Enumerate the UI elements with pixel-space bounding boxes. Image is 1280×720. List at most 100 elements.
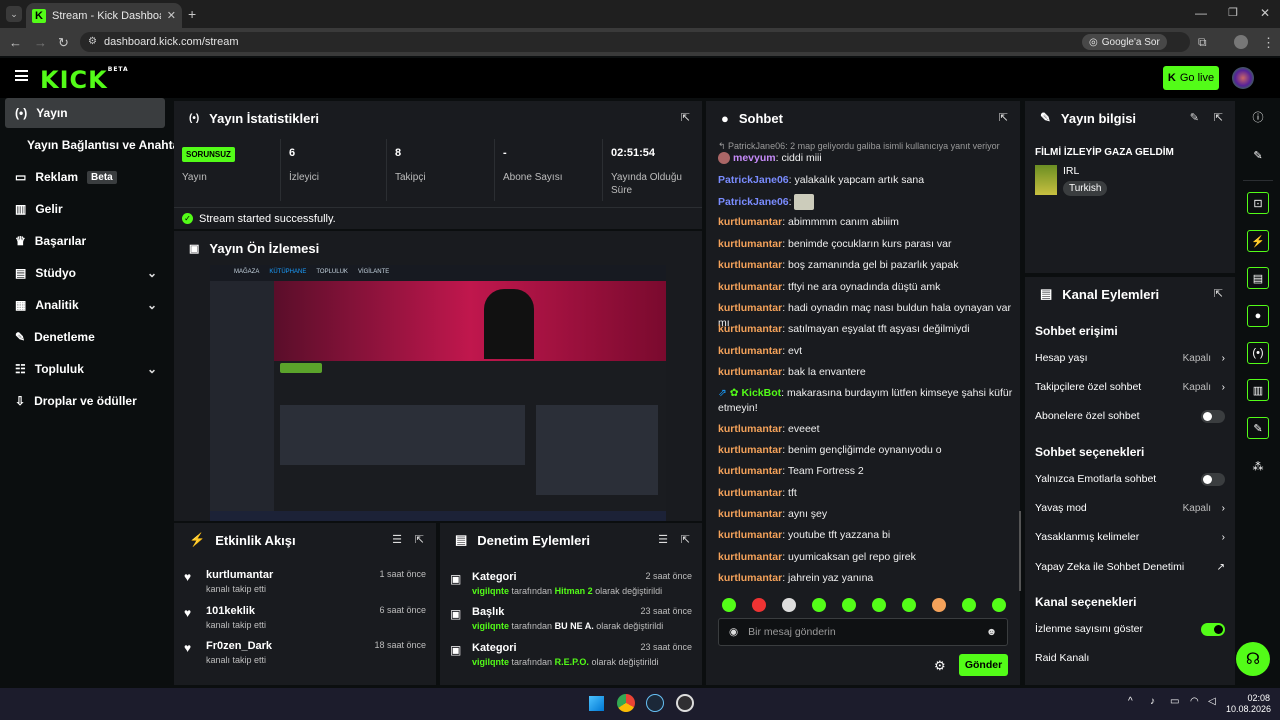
profile-icon[interactable] bbox=[1234, 35, 1248, 49]
chrome-icon[interactable] bbox=[617, 694, 635, 712]
emote-icon[interactable] bbox=[962, 598, 976, 612]
rail-document-icon[interactable]: ▤ bbox=[1247, 267, 1269, 289]
site-info-icon[interactable]: ⚙ bbox=[88, 36, 97, 47]
chat-username[interactable]: kurtlumantar bbox=[718, 302, 782, 314]
rail-chat-icon[interactable]: ● bbox=[1247, 305, 1269, 327]
browser-tab[interactable]: K Stream - Kick Dashboard ✕ bbox=[26, 3, 182, 28]
chat-username[interactable]: mevyum bbox=[733, 152, 776, 164]
show-viewcount-toggle[interactable] bbox=[1201, 622, 1225, 636]
chat-username[interactable]: kurtlumantar bbox=[718, 216, 782, 228]
emote-icon[interactable] bbox=[752, 598, 766, 612]
hamburger-icon[interactable] bbox=[15, 70, 28, 81]
popout-icon[interactable]: ⇱ bbox=[1214, 287, 1223, 300]
reload-icon[interactable]: ↻ bbox=[58, 35, 69, 51]
rail-lightning-icon[interactable]: ⚡ bbox=[1247, 230, 1269, 252]
sidebar-item-topluluk[interactable]: ☷ Topluluk ⌄ bbox=[5, 354, 165, 384]
start-icon[interactable] bbox=[589, 696, 604, 711]
emote-icon[interactable] bbox=[782, 598, 796, 612]
sidebar-item-studyo[interactable]: ▤ Stüdyo ⌄ bbox=[5, 258, 165, 288]
info-circle-icon[interactable]: ⓘ bbox=[1247, 106, 1269, 128]
new-tab-icon[interactable]: + bbox=[188, 6, 196, 22]
forward-icon[interactable]: → bbox=[34, 35, 47, 50]
chat-username[interactable]: PatrickJane06 bbox=[718, 174, 789, 186]
popout-icon[interactable]: ⇱ bbox=[999, 111, 1008, 124]
chat-username[interactable]: kurtlumantar bbox=[718, 323, 782, 335]
popout-icon[interactable]: ⇱ bbox=[1214, 111, 1223, 124]
chat-username[interactable]: kurtlumantar bbox=[718, 423, 782, 435]
emote-icon[interactable] bbox=[992, 598, 1006, 612]
popout-icon[interactable]: ⇱ bbox=[681, 533, 690, 546]
sidebar-item-droplar[interactable]: ⇩ Droplar ve ödüller bbox=[5, 386, 165, 416]
chat-input[interactable]: ◉ Bir mesaj gönderin ☻ bbox=[718, 618, 1008, 646]
rail-stats-icon[interactable]: ⊡ bbox=[1247, 192, 1269, 214]
rail-shapes-icon[interactable]: ⁂ bbox=[1247, 455, 1269, 477]
network-icon[interactable]: ▭ bbox=[1170, 696, 1179, 707]
url-field[interactable]: dashboard.kick.com/stream bbox=[80, 32, 1190, 52]
restore-icon[interactable]: ❐ bbox=[1228, 6, 1238, 19]
chat-username[interactable]: kurtlumantar bbox=[718, 259, 782, 271]
clock[interactable]: 02:08 10.08.2026 bbox=[1226, 693, 1271, 715]
kick-logo[interactable]: KICKBETA bbox=[40, 66, 129, 94]
chat-settings-gear-icon[interactable]: ⚙ bbox=[934, 658, 946, 674]
chat-username[interactable]: kurtlumantar bbox=[718, 281, 782, 293]
emote-icon[interactable] bbox=[812, 598, 826, 612]
menu-dots-icon[interactable]: ⋮ bbox=[1262, 35, 1275, 51]
chat-username[interactable]: KickBot bbox=[741, 387, 781, 399]
chat-username[interactable]: kurtlumantar bbox=[718, 444, 782, 456]
chat-username[interactable]: kurtlumantar bbox=[718, 366, 782, 378]
emote-icon[interactable] bbox=[932, 598, 946, 612]
rail-wrench-icon[interactable]: ✎ bbox=[1247, 417, 1269, 439]
popout-icon[interactable]: ⇱ bbox=[681, 111, 690, 124]
volume-icon[interactable]: ◁ bbox=[1208, 696, 1216, 707]
steam-icon[interactable] bbox=[646, 694, 664, 712]
extensions-icon[interactable]: ⧉ bbox=[1198, 35, 1207, 50]
chat-username[interactable]: kurtlumantar bbox=[718, 465, 782, 477]
setting-followers-only[interactable]: Takipçilere özel sohbet Kapalı › bbox=[1035, 377, 1225, 397]
tray-chevron-icon[interactable]: ^ bbox=[1128, 696, 1133, 707]
sidebar-item-basarilar[interactable]: ♛ Başarılar bbox=[5, 226, 165, 256]
minimize-icon[interactable]: — bbox=[1195, 6, 1207, 20]
sidebar-item-analitik[interactable]: ▦ Analitik ⌄ bbox=[5, 290, 165, 320]
close-window-icon[interactable]: ✕ bbox=[1260, 6, 1270, 20]
setting-account-age[interactable]: Hesap yaşı Kapalı › bbox=[1035, 348, 1225, 368]
chat-username[interactable]: PatrickJane06 bbox=[718, 196, 789, 208]
emote-icon[interactable] bbox=[902, 598, 916, 612]
emoji-icon[interactable]: ☻ bbox=[986, 626, 997, 638]
user-avatar[interactable] bbox=[1232, 67, 1254, 89]
setting-raid-channel[interactable]: Raid Kanalı bbox=[1035, 648, 1225, 668]
edit-pencil-icon[interactable]: ✎ bbox=[1190, 111, 1199, 124]
emote-icon[interactable] bbox=[722, 598, 736, 612]
filter-icon[interactable]: ☰ bbox=[658, 533, 668, 546]
sidebar-item-gelir[interactable]: ▥ Gelir bbox=[5, 194, 165, 224]
rail-broadcast-icon[interactable]: (•) bbox=[1247, 342, 1269, 364]
popout-icon[interactable]: ⇱ bbox=[415, 533, 424, 546]
sidebar-item-reklam[interactable]: ▭ Reklam Beta bbox=[5, 162, 165, 192]
chat-username[interactable]: kurtlumantar bbox=[718, 487, 782, 499]
go-live-button[interactable]: K Go live bbox=[1163, 66, 1219, 90]
sidebar-item-yayin[interactable]: (•) Yayın bbox=[5, 98, 165, 128]
chat-username[interactable]: kurtlumantar bbox=[718, 508, 782, 520]
chat-scrollbar[interactable] bbox=[1019, 511, 1021, 591]
sidebar-item-denetleme[interactable]: ✎ Denetleme bbox=[5, 322, 165, 352]
chat-username[interactable]: kurtlumantar bbox=[718, 238, 782, 250]
ask-google-button[interactable]: ◎ Google'a Sor bbox=[1082, 34, 1167, 50]
mic-icon[interactable]: ♪ bbox=[1150, 696, 1155, 707]
emote-icon[interactable] bbox=[872, 598, 886, 612]
setting-banned-words[interactable]: Yasaklanmış kelimeler › bbox=[1035, 527, 1225, 547]
emote-icon[interactable] bbox=[842, 598, 856, 612]
tab-search-icon[interactable]: ⌄ bbox=[6, 6, 22, 22]
back-icon[interactable]: ← bbox=[9, 35, 22, 50]
close-tab-icon[interactable]: ✕ bbox=[167, 9, 176, 22]
rail-tools-icon[interactable]: ▥ bbox=[1247, 379, 1269, 401]
setting-slow-mode[interactable]: Yavaş mod Kapalı › bbox=[1035, 498, 1225, 518]
sidebar-item-stream-key[interactable]: Yayın Bağlantısı ve Anahtarı bbox=[5, 130, 187, 160]
support-headset-icon[interactable]: ☊ bbox=[1236, 642, 1270, 676]
obs-icon[interactable] bbox=[676, 694, 694, 712]
chat-username[interactable]: kurtlumantar bbox=[718, 572, 782, 584]
emote-only-toggle[interactable] bbox=[1201, 472, 1225, 486]
send-button[interactable]: Gönder bbox=[959, 654, 1008, 676]
chat-username[interactable]: kurtlumantar bbox=[718, 529, 782, 541]
chat-username[interactable]: kurtlumantar bbox=[718, 551, 782, 563]
subscribers-only-toggle[interactable] bbox=[1201, 409, 1225, 423]
setting-ai-moderation[interactable]: Yapay Zeka ile Sohbet Denetimi ↗ bbox=[1035, 557, 1225, 577]
